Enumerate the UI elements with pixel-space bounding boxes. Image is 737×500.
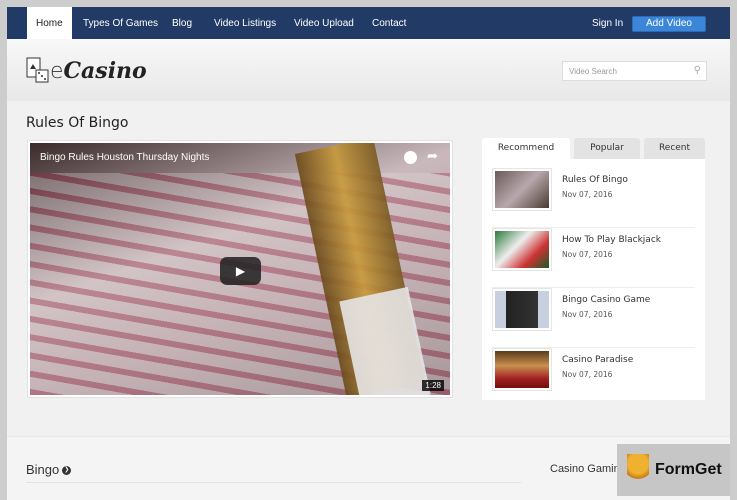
item-date: Nov 07, 2016 [562,310,613,319]
item-title[interactable]: Rules Of Bingo [562,175,628,185]
tab-popular[interactable]: Popular [574,138,640,159]
video-thumbnail[interactable] [492,168,552,211]
search-placeholder: Video Search [569,67,617,76]
play-button[interactable]: ▶ [220,257,261,285]
nav-contact[interactable]: Contact [372,7,406,39]
lion-mascot-icon [627,454,649,486]
logo-name: Casino [63,58,147,84]
item-title[interactable]: Bingo Casino Game [562,295,650,305]
logo[interactable]: e Casino [26,57,147,85]
tab-recent[interactable]: Recent [644,138,705,159]
page: Home Types Of Games Blog Video Listings … [7,7,730,500]
search-icon[interactable]: ⚲ [694,65,701,76]
video-title[interactable]: Bingo Rules Houston Thursday Nights [40,152,209,163]
search-input[interactable]: Video Search ⚲ [562,61,707,81]
section-heading-casino-gaming[interactable]: Casino Gamin [550,463,620,475]
cards-dice-icon [26,57,49,83]
section-heading-bingo[interactable]: Bingo ❯ [26,462,72,477]
nav-video-listings[interactable]: Video Listings [214,7,276,39]
tab-recommend[interactable]: Recommend [482,138,570,159]
item-date: Nov 07, 2016 [562,190,613,199]
item-date: Nov 07, 2016 [562,370,613,379]
share-icon[interactable]: ➦ [427,149,438,164]
sign-in-link[interactable]: Sign In [592,7,623,41]
add-video-button[interactable]: Add Video [632,16,706,32]
list-item[interactable]: How To Play Blackjack Nov 07, 2016 [492,228,695,288]
page-title: Rules Of Bingo [26,115,129,131]
divider [26,482,521,483]
bingo-label[interactable]: Bingo [26,462,59,477]
list-item[interactable]: Rules Of Bingo Nov 07, 2016 [492,168,695,228]
video-duration: 1:28 [422,380,444,391]
video-thumbnail[interactable] [492,348,552,391]
item-date: Nov 07, 2016 [562,250,613,259]
list-item[interactable]: Casino Paradise Nov 07, 2016 [492,348,695,408]
formget-watermark: FormGet [617,444,730,496]
nav-blog[interactable]: Blog [172,7,192,39]
watermark-text: FormGet [655,461,722,478]
video-player[interactable]: Bingo Rules Houston Thursday Nights ➦ ▶ … [27,140,453,398]
video-thumbnail[interactable] [492,228,552,271]
top-nav: Home Types Of Games Blog Video Listings … [7,7,730,41]
watch-later-clock-icon[interactable] [404,151,417,164]
logo-prefix: e [50,58,64,84]
nav-home[interactable]: Home [27,7,72,40]
item-title[interactable]: Casino Paradise [562,355,633,365]
header: e Casino Video Search ⚲ [7,39,730,101]
video-list: Rules Of Bingo Nov 07, 2016 How To Play … [482,159,705,400]
item-title[interactable]: How To Play Blackjack [562,235,661,245]
nav-types-of-games[interactable]: Types Of Games [83,7,158,39]
nav-video-upload[interactable]: Video Upload [294,7,354,39]
video-frame[interactable]: Bingo Rules Houston Thursday Nights ➦ ▶ … [30,143,450,395]
video-thumbnail[interactable] [492,288,552,331]
chevron-right-icon[interactable]: ❯ [62,466,72,476]
list-item[interactable]: Bingo Casino Game Nov 07, 2016 [492,288,695,348]
